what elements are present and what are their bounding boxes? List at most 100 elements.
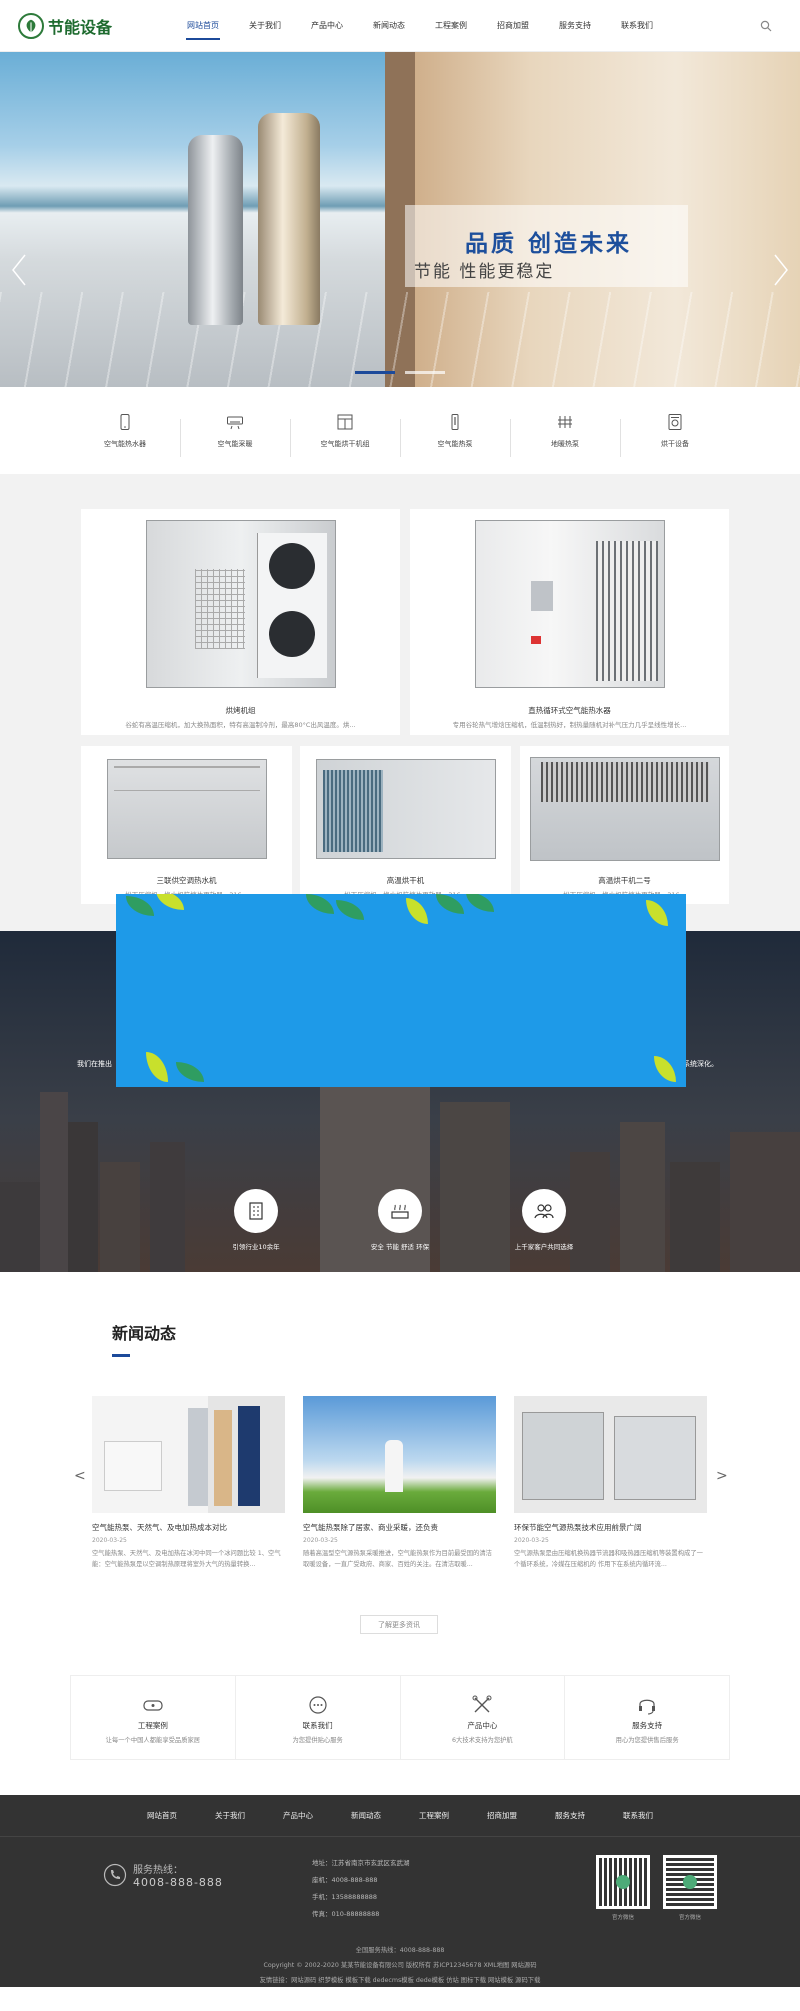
category-label: 地暖热泵 bbox=[551, 439, 579, 448]
news-title[interactable]: 环保节能空气源热泵技术应用前景广阔 bbox=[514, 1522, 707, 1533]
phone-icon bbox=[103, 1863, 127, 1887]
product-name: 烘烤机组 bbox=[225, 706, 256, 715]
category-item[interactable]: 空气能采暖 bbox=[180, 413, 290, 457]
category-label: 空气能热泵 bbox=[437, 439, 473, 448]
nav-franchise[interactable]: 招商加盟 bbox=[482, 0, 544, 52]
product-name: 直热循环式空气能热水器 bbox=[528, 706, 611, 715]
advantage-intro-right: 系统深化。 bbox=[683, 1060, 718, 1068]
leaf-decoration bbox=[146, 1052, 168, 1082]
footer-nav-about[interactable]: 关于我们 bbox=[196, 1810, 264, 1821]
nav-cases[interactable]: 工程案例 bbox=[420, 0, 482, 52]
cases-icon bbox=[143, 1700, 163, 1711]
nav-home[interactable]: 网站首页 bbox=[172, 0, 234, 52]
leaf-decoration bbox=[466, 894, 494, 912]
banner-pagination bbox=[355, 371, 445, 374]
qr-caption: 官方微信 bbox=[678, 1915, 701, 1921]
category-item[interactable]: 空气能热水器 bbox=[70, 413, 180, 449]
chevron-right-icon[interactable] bbox=[772, 252, 790, 288]
nav-support[interactable]: 服务支持 bbox=[544, 0, 606, 52]
news-title[interactable]: 空气能热泵除了居家、商业采暖，还负责 bbox=[303, 1522, 496, 1533]
news-desc: 空气源热泵是由压缩机换热器节流器和吸热器压缩机等装置构成了一个循环系统，冷媒在压… bbox=[514, 1550, 703, 1568]
footer-nav-support[interactable]: 服务支持 bbox=[536, 1810, 604, 1821]
category-label: 空气能烘干机组 bbox=[320, 439, 370, 448]
leaf-decoration bbox=[406, 898, 428, 924]
service-item[interactable]: 工程案例 让每一个中国人都能享受品质家居 bbox=[71, 1676, 235, 1759]
category-item[interactable]: 空气能烘干机组 bbox=[290, 413, 400, 457]
service-title: 服务支持 bbox=[632, 1721, 663, 1730]
leaf-decoration bbox=[126, 896, 154, 916]
product-card[interactable]: 高温烘干机二号 松下压缩机，换水机箱搪片更放器。316... bbox=[520, 746, 729, 904]
more-news-button[interactable]: 了解更多资讯 bbox=[360, 1615, 438, 1634]
nav-news[interactable]: 新闻动态 bbox=[358, 0, 420, 52]
main-nav: 网站首页 关于我们 产品中心 新闻动态 工程案例 招商加盟 服务支持 联系我们 bbox=[172, 0, 668, 52]
advantage-section: 我们在推出 系统深化。 引领行业10余年 安全 节能 舒适 环保 上千家客户共同… bbox=[0, 894, 800, 1272]
news-card[interactable]: 空气能热泵除了居家、商业采暖，还负责 2020-03-25 随着高温型空气源热泵… bbox=[303, 1396, 496, 1570]
qr-caption: 官方微信 bbox=[611, 1915, 634, 1921]
service-title: 工程案例 bbox=[137, 1721, 168, 1730]
news-image bbox=[514, 1396, 707, 1513]
banner-tank-gold bbox=[258, 113, 320, 325]
footer-bottom: 全国服务热线：4008-888-888 Copyright © 2002-202… bbox=[0, 1945, 800, 1990]
site-logo[interactable]: 节能设备 bbox=[18, 12, 158, 39]
logo-text: 节能设备 bbox=[48, 17, 113, 37]
news-date: 2020-03-25 bbox=[92, 1537, 127, 1544]
nav-products[interactable]: 产品中心 bbox=[296, 0, 358, 52]
leaf-decoration bbox=[436, 894, 464, 914]
product-card[interactable]: 三联供空调热水机 松下压缩机，换水机箱搪片更放器。316... bbox=[81, 746, 292, 904]
product-name: 高温烘干机 bbox=[386, 876, 425, 885]
friend-links[interactable]: 友情链接：网站源码 织梦模板 模板下载 dedecms模板 dede模板 仿站 … bbox=[0, 1975, 800, 1984]
news-title[interactable]: 空气能热泵、天然气、及电加热成本对比 bbox=[92, 1522, 285, 1533]
advantage-intro-left: 我们在推出 bbox=[77, 1060, 112, 1068]
hero-banner: 品质 创造未来 节能 性能更稳定 bbox=[0, 52, 800, 387]
product-desc: 专用谷轮热气增焓压缩机，低温制热好，制热量随机对补气压力几乎呈线性增长... bbox=[452, 721, 687, 729]
promo-popup[interactable] bbox=[116, 894, 686, 1087]
chevron-right-icon[interactable]: > bbox=[716, 1468, 728, 1484]
contact-mobile: 手机：13588888888 bbox=[312, 1893, 377, 1901]
news-card[interactable]: 环保节能空气源热泵技术应用前景广阔 2020-03-25 空气源热泵是由压缩机换… bbox=[514, 1396, 707, 1570]
leaf-decoration bbox=[176, 1062, 204, 1082]
footer-nav-news[interactable]: 新闻动态 bbox=[332, 1810, 400, 1821]
search-icon[interactable] bbox=[760, 20, 772, 32]
site-footer: 网站首页 关于我们 产品中心 新闻动态 工程案例 招商加盟 服务支持 联系我们 … bbox=[0, 1795, 800, 1987]
feature-label: 引领行业10余年 bbox=[232, 1243, 280, 1251]
category-item[interactable]: 空气能热泵 bbox=[400, 413, 510, 457]
product-image bbox=[81, 509, 400, 699]
service-item[interactable]: 联系我们 为您提供贴心服务 bbox=[234, 1676, 400, 1759]
category-item[interactable]: 地暖热泵 bbox=[510, 413, 620, 457]
banner-dot-1[interactable] bbox=[355, 371, 395, 374]
footer-nav-cases[interactable]: 工程案例 bbox=[400, 1810, 468, 1821]
product-desc: 谷蛇有高温压缩机，加大换热面积，特有高温制冷剂，最高80°C出风温度。烘... bbox=[125, 721, 356, 729]
nav-contact[interactable]: 联系我们 bbox=[606, 0, 668, 52]
feature-label: 安全 节能 舒适 环保 bbox=[370, 1243, 430, 1251]
banner-dot-2[interactable] bbox=[405, 371, 445, 374]
hotline-number: 4008-888-888 bbox=[133, 1876, 223, 1889]
thermometer-icon bbox=[451, 413, 459, 430]
banner-subtitle: 节能 性能更稳定 bbox=[414, 262, 555, 282]
feature-item: 上千家客户共同选择 bbox=[508, 1189, 580, 1251]
footer-nav-home[interactable]: 网站首页 bbox=[128, 1810, 196, 1821]
product-name: 三联供空调热水机 bbox=[156, 876, 217, 885]
service-item[interactable]: 服务支持 用心为您提供售后服务 bbox=[564, 1676, 729, 1759]
product-image bbox=[410, 509, 729, 699]
product-card[interactable]: 高温烘干机 松下压缩机，换水机箱搪片更放器。316... bbox=[300, 746, 511, 904]
advantage-features: 引领行业10余年 安全 节能 舒适 环保 上千家客户共同选择 bbox=[0, 1189, 800, 1251]
tools-icon bbox=[472, 1695, 492, 1713]
chevron-left-icon[interactable]: < bbox=[74, 1468, 86, 1484]
heat-radiator-icon bbox=[391, 1204, 409, 1219]
product-card[interactable]: 烘烤机组 谷蛇有高温压缩机，加大换热面积，特有高温制冷剂，最高80°C出风温度。… bbox=[81, 509, 400, 735]
footer-nav-contact[interactable]: 联系我们 bbox=[604, 1810, 672, 1821]
chevron-left-icon[interactable] bbox=[10, 252, 28, 288]
footer-nav-franchise[interactable]: 招商加盟 bbox=[468, 1810, 536, 1821]
nav-about[interactable]: 关于我们 bbox=[234, 0, 296, 52]
qr-block: 官方微信 bbox=[663, 1855, 717, 1921]
qr-code-icon bbox=[663, 1855, 717, 1909]
footer-nav-products[interactable]: 产品中心 bbox=[264, 1810, 332, 1821]
leaf-decoration bbox=[306, 894, 334, 914]
product-card[interactable]: 直热循环式空气能热水器 专用谷轮热气增焓压缩机，低温制热好，制热量随机对补气压力… bbox=[410, 509, 729, 735]
leaf-decoration bbox=[156, 894, 184, 910]
category-item[interactable]: 烘干设备 bbox=[620, 413, 730, 457]
footer-contact: 地址：江苏省南京市玄武区玄武湖 座机：4008-888-888 手机：13588… bbox=[312, 1857, 410, 1925]
service-item[interactable]: 产品中心 6大技术支持为您护航 bbox=[399, 1676, 565, 1759]
news-card[interactable]: 空气能热泵、天然气、及电加热成本对比 2020-03-25 空气能热泵、天然气、… bbox=[92, 1396, 285, 1570]
service-title: 产品中心 bbox=[467, 1721, 498, 1730]
